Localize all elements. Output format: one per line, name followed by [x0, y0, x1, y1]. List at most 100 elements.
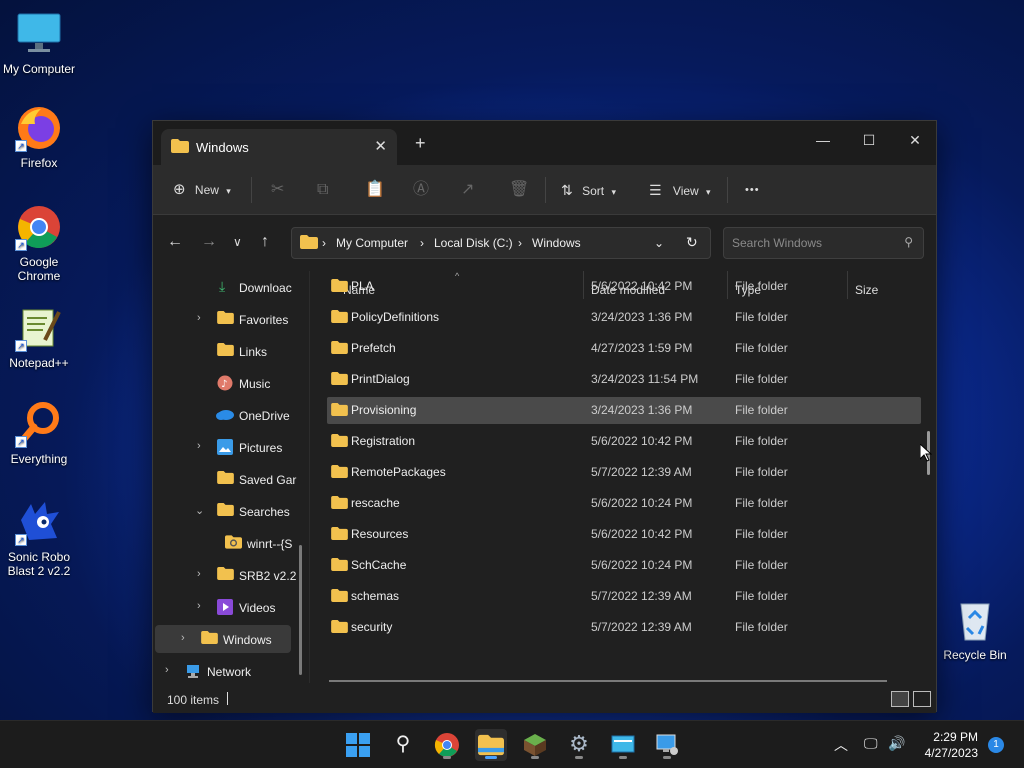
file-row[interactable]: SchCache 5/6/2022 10:24 PM File folder: [327, 552, 921, 579]
start-button[interactable]: [342, 729, 374, 761]
shortcut-arrow-icon: ↗: [15, 239, 27, 251]
control-panel-taskbar-icon[interactable]: [607, 729, 639, 761]
nav-item-favorites[interactable]: › Favorites: [153, 305, 301, 333]
new-button[interactable]: ⊕ New ▾: [173, 179, 231, 201]
desktop-icon-notepadpp[interactable]: ↗ Notepad++: [1, 304, 77, 370]
nav-item-pictures[interactable]: › Pictures: [153, 433, 301, 461]
clock-date: 4/27/2023: [924, 746, 978, 760]
desktop-icon-firefox[interactable]: ↗ Firefox: [1, 104, 77, 170]
network-tray-icon[interactable]: 🖵: [864, 735, 878, 752]
file-row[interactable]: Prefetch 4/27/2023 1:59 PM File folder: [327, 335, 921, 362]
file-row[interactable]: rescache 5/6/2022 10:24 PM File folder: [327, 490, 921, 517]
chrome-taskbar-icon[interactable]: [431, 729, 463, 761]
settings-gear-icon[interactable]: ⚙: [563, 729, 595, 761]
volume-icon[interactable]: 🔊: [888, 735, 905, 752]
file-type: File folder: [735, 589, 788, 603]
back-arrow-icon[interactable]: ←: [167, 233, 183, 251]
maximize-button[interactable]: ☐: [846, 125, 892, 155]
view-button[interactable]: ☰ View ▾: [649, 179, 711, 201]
folder-icon: [331, 465, 348, 481]
up-arrow-icon[interactable]: ↑: [261, 233, 269, 251]
search-input[interactable]: [732, 236, 892, 250]
nav-item-videos[interactable]: › Videos: [153, 593, 301, 621]
divider: [545, 177, 546, 203]
nav-item-winrt-search[interactable]: winrt--{S: [153, 529, 301, 557]
nav-item-searches[interactable]: ⌄ Searches: [153, 497, 301, 525]
desktop-icon-chrome[interactable]: ↗ Google Chrome: [1, 203, 77, 283]
file-row[interactable]: Provisioning 3/24/2023 1:36 PM File folder: [327, 397, 921, 424]
nav-item-downloads[interactable]: ⤓ Downloac: [153, 273, 301, 301]
nav-item-windows[interactable]: › Windows: [155, 625, 291, 653]
file-date: 5/6/2022 10:42 PM: [591, 434, 693, 448]
file-row[interactable]: Resources 5/6/2022 10:42 PM File folder: [327, 521, 921, 548]
command-bar: ⊕ New ▾ ✂ ⧉ 📋 Ⓐ ↗ 🗑 ⇅ Sort ▾ ☰ View ▾ ••…: [153, 165, 936, 215]
show-hidden-icons-chevron[interactable]: ︿: [834, 735, 848, 755]
file-row[interactable]: PolicyDefinitions 3/24/2023 1:36 PM File f…: [327, 304, 921, 331]
desktop-icon-label: My Computer: [2, 62, 76, 76]
large-icons-view-button[interactable]: [913, 691, 931, 707]
recent-chevron-icon[interactable]: ∨: [233, 235, 242, 249]
nav-item-network[interactable]: › Network: [153, 657, 301, 683]
share-icon[interactable]: ↗: [461, 179, 474, 201]
sort-button[interactable]: ⇅ Sort ▾: [561, 179, 616, 201]
nav-item-onedrive[interactable]: OneDrive: [153, 401, 301, 429]
nav-item-srb2[interactable]: › SRB2 v2.2: [153, 561, 301, 589]
desktop-icon-recycle-bin[interactable]: Recycle Bin: [937, 596, 1013, 662]
file-row[interactable]: PrintDialog 3/24/2023 11:54 PM File folder: [327, 366, 921, 393]
running-indicator: [575, 756, 583, 759]
chrome-icon: ↗: [15, 203, 63, 251]
address-bar[interactable]: › My Computer › Local Disk (C:) › Window…: [291, 227, 711, 259]
desktop-icon-srb2[interactable]: ↗ Sonic Robo Blast 2 v2.2: [1, 498, 77, 578]
details-view-button[interactable]: [891, 691, 909, 707]
chevron-right-icon: ›: [197, 568, 201, 580]
file-row[interactable]: security 5/7/2022 12:39 AM File folder: [327, 614, 921, 641]
minecraft-taskbar-icon[interactable]: [519, 729, 551, 761]
breadcrumb-windows[interactable]: Windows: [532, 236, 581, 250]
file-date: 5/7/2022 12:39 AM: [591, 589, 692, 603]
status-bar: 100 items: [153, 683, 936, 713]
delete-icon[interactable]: 🗑: [509, 179, 529, 201]
pane-divider[interactable]: [309, 271, 310, 683]
clock[interactable]: 2:29 PM 4/27/2023: [925, 729, 978, 761]
breadcrumb-my-computer[interactable]: My Computer: [336, 236, 408, 250]
file-row[interactable]: RemotePackages 5/7/2022 12:39 AM File fold…: [327, 459, 921, 486]
copy-icon[interactable]: ⧉: [317, 179, 328, 201]
notification-badge[interactable]: 1: [988, 737, 1004, 753]
file-row[interactable]: schemas 5/7/2022 12:39 AM File folder: [327, 583, 921, 610]
divider: [727, 177, 728, 203]
file-row[interactable]: Registration 5/6/2022 10:42 PM File folder: [327, 428, 921, 455]
nav-item-saved-games[interactable]: Saved Gar: [153, 465, 301, 493]
file-explorer-taskbar-icon[interactable]: [475, 729, 507, 761]
file-type: File folder: [735, 558, 788, 572]
item-count: 100 items: [167, 693, 220, 707]
monitor-icon: [15, 10, 63, 58]
chevron-down-icon[interactable]: ⌄: [654, 236, 664, 250]
desktop-icon-everything[interactable]: ↗ Everything: [1, 400, 77, 466]
title-bar[interactable]: Windows ✕ + — ☐ ✕: [153, 121, 936, 165]
close-window-button[interactable]: ✕: [892, 125, 938, 155]
nav-item-links[interactable]: Links: [153, 337, 301, 365]
rename-icon[interactable]: Ⓐ: [413, 179, 429, 201]
search-taskbar-icon[interactable]: ⚲: [387, 729, 419, 761]
folder-icon: [331, 496, 348, 512]
tab-windows[interactable]: Windows ✕: [161, 129, 397, 165]
search-icon[interactable]: ⚲: [904, 235, 913, 249]
nav-item-music[interactable]: ♪ Music: [153, 369, 301, 397]
search-box[interactable]: ⚲: [723, 227, 924, 259]
refresh-icon[interactable]: ↻: [686, 234, 698, 251]
nav-pane-scrollbar[interactable]: [299, 545, 302, 675]
close-tab-icon[interactable]: ✕: [374, 137, 387, 155]
desktop-icon-my-computer[interactable]: My Computer: [1, 10, 77, 76]
new-tab-button[interactable]: +: [415, 133, 426, 154]
folder-icon: [217, 503, 234, 519]
horizontal-scrollbar[interactable]: [329, 680, 887, 682]
cut-icon[interactable]: ✂: [271, 179, 284, 201]
chevron-down-icon: ▾: [611, 187, 616, 197]
file-row[interactable]: PLA 5/6/2022 10:42 PM File folder: [327, 273, 921, 300]
minimize-button[interactable]: —: [800, 125, 846, 155]
forward-arrow-icon[interactable]: →: [201, 233, 217, 251]
see-more-button[interactable]: •••: [745, 179, 760, 201]
remote-desktop-taskbar-icon[interactable]: [651, 729, 683, 761]
breadcrumb-local-disk[interactable]: Local Disk (C:): [434, 236, 513, 250]
paste-icon[interactable]: 📋: [365, 179, 385, 201]
